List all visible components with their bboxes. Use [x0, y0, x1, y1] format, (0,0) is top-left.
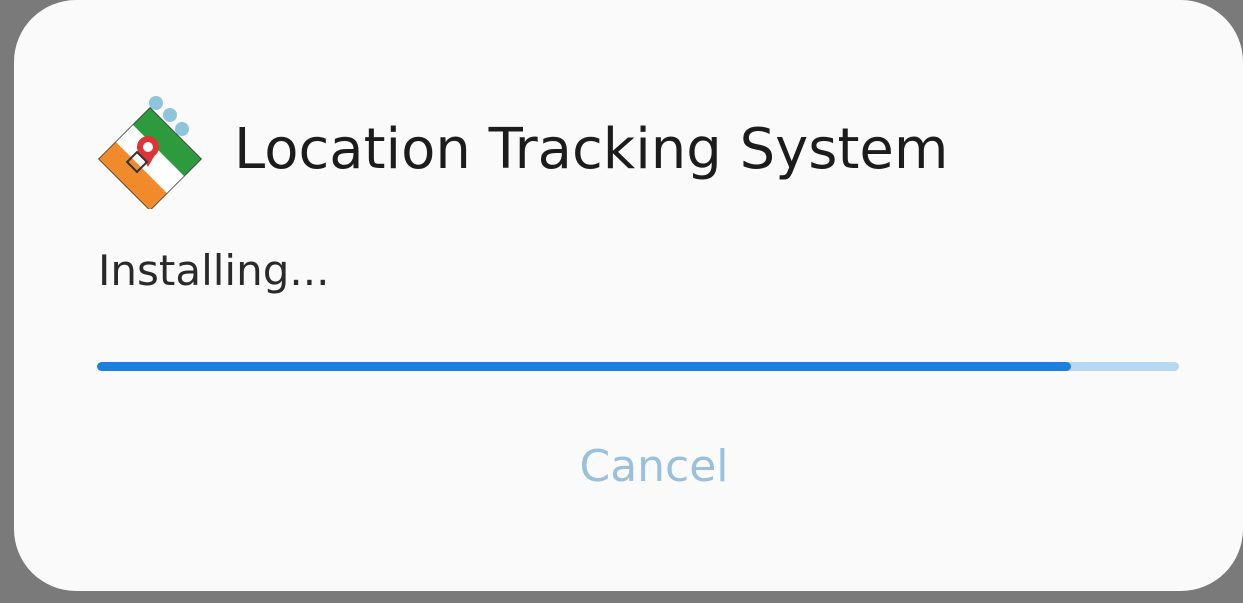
install-progress-bar — [97, 362, 1179, 371]
install-status: Installing... — [98, 246, 330, 295]
app-title: Location Tracking System — [234, 116, 949, 182]
install-dialog: Location Tracking System Installing... C… — [14, 0, 1243, 591]
dialog-header: Location Tracking System — [96, 84, 948, 214]
install-progress-fill — [97, 362, 1071, 371]
cancel-button[interactable]: Cancel — [514, 426, 794, 506]
app-logo-icon — [96, 89, 204, 211]
